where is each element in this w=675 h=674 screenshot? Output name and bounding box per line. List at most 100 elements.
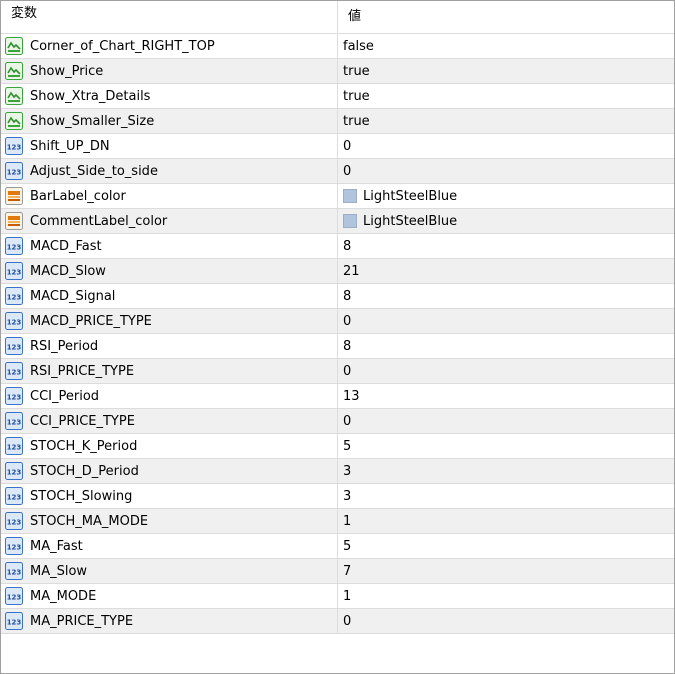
svg-text:123: 123 xyxy=(7,269,22,277)
parameter-row[interactable]: Show_Smaller_Size true xyxy=(1,109,674,134)
parameter-value[interactable]: 0 xyxy=(343,309,351,334)
color-swatch[interactable] xyxy=(343,189,357,203)
parameter-value[interactable]: 5 xyxy=(343,434,351,459)
parameter-value[interactable]: 0 xyxy=(343,134,351,159)
parameter-value[interactable]: 13 xyxy=(343,384,360,409)
parameter-value[interactable]: false xyxy=(343,34,374,59)
column-divider xyxy=(337,134,338,159)
parameter-value[interactable]: 7 xyxy=(343,559,351,584)
parameter-row[interactable]: 123 MA_Slow 7 xyxy=(1,559,674,584)
parameter-row[interactable]: 123 MA_Fast 5 xyxy=(1,534,674,559)
svg-text:123: 123 xyxy=(7,394,22,402)
parameter-row[interactable]: 123 MACD_Fast 8 xyxy=(1,234,674,259)
parameter-value[interactable]: 21 xyxy=(343,259,360,284)
parameter-row[interactable]: 123 RSI_PRICE_TYPE 0 xyxy=(1,359,674,384)
column-header-value[interactable]: 値 xyxy=(348,1,361,33)
parameter-value[interactable]: 8 xyxy=(343,284,351,309)
int-icon: 123 xyxy=(5,162,23,180)
parameter-value[interactable]: 3 xyxy=(343,459,351,484)
svg-text:123: 123 xyxy=(7,494,22,502)
parameter-row[interactable]: 123 RSI_Period 8 xyxy=(1,334,674,359)
column-divider xyxy=(337,159,338,184)
parameter-value[interactable]: true xyxy=(343,84,370,109)
color-icon xyxy=(5,212,23,230)
parameter-row[interactable]: 123 MA_PRICE_TYPE 0 xyxy=(1,609,674,634)
parameter-value[interactable]: true xyxy=(343,59,370,84)
column-divider xyxy=(337,209,338,234)
parameter-row[interactable]: 123 STOCH_D_Period 3 xyxy=(1,459,674,484)
parameter-row[interactable]: CommentLabel_color LightSteelBlue xyxy=(1,209,674,234)
int-icon: 123 xyxy=(5,587,23,605)
parameter-value[interactable]: LightSteelBlue xyxy=(363,184,457,209)
parameter-value[interactable]: 8 xyxy=(343,334,351,359)
parameter-name: MA_PRICE_TYPE xyxy=(30,614,134,629)
parameter-value[interactable]: 3 xyxy=(343,484,351,509)
parameter-row[interactable]: 123 STOCH_K_Period 5 xyxy=(1,434,674,459)
svg-text:123: 123 xyxy=(7,469,22,477)
parameter-value[interactable]: 1 xyxy=(343,584,351,609)
parameter-name: Adjust_Side_to_side xyxy=(30,164,158,179)
column-header-variable[interactable]: 変数 xyxy=(11,1,37,26)
parameter-value[interactable]: true xyxy=(343,109,370,134)
parameter-row[interactable]: 123 STOCH_Slowing 3 xyxy=(1,484,674,509)
column-divider[interactable] xyxy=(337,1,338,33)
color-icon xyxy=(5,187,23,205)
svg-text:123: 123 xyxy=(7,369,22,377)
parameter-name: Show_Xtra_Details xyxy=(30,89,151,104)
svg-text:123: 123 xyxy=(7,244,22,252)
column-divider xyxy=(337,334,338,359)
int-icon: 123 xyxy=(5,362,23,380)
parameter-name: MA_Fast xyxy=(30,539,83,554)
parameter-value[interactable]: 8 xyxy=(343,234,351,259)
svg-text:123: 123 xyxy=(7,619,22,627)
parameter-name: BarLabel_color xyxy=(30,189,126,204)
parameter-value[interactable]: 1 xyxy=(343,509,351,534)
column-divider xyxy=(337,109,338,134)
int-icon: 123 xyxy=(5,537,23,555)
int-icon: 123 xyxy=(5,137,23,155)
parameter-row[interactable]: 123 CCI_PRICE_TYPE 0 xyxy=(1,409,674,434)
int-icon: 123 xyxy=(5,312,23,330)
svg-text:123: 123 xyxy=(7,594,22,602)
int-icon: 123 xyxy=(5,412,23,430)
parameter-value[interactable]: LightSteelBlue xyxy=(363,209,457,234)
column-divider xyxy=(337,384,338,409)
parameter-value[interactable]: 0 xyxy=(343,359,351,384)
parameter-row[interactable]: 123 Adjust_Side_to_side 0 xyxy=(1,159,674,184)
column-divider xyxy=(337,34,338,59)
svg-text:123: 123 xyxy=(7,169,22,177)
int-icon: 123 xyxy=(5,462,23,480)
column-divider xyxy=(337,434,338,459)
column-divider xyxy=(337,559,338,584)
parameter-value[interactable]: 5 xyxy=(343,534,351,559)
parameter-row[interactable]: BarLabel_color LightSteelBlue xyxy=(1,184,674,209)
column-divider xyxy=(337,609,338,634)
parameter-list: Corner_of_Chart_RIGHT_TOP false Show_Price… xyxy=(1,34,674,634)
parameter-name: STOCH_D_Period xyxy=(30,464,139,479)
parameter-name: Show_Price xyxy=(30,64,104,79)
parameter-row[interactable]: Show_Xtra_Details true xyxy=(1,84,674,109)
int-icon: 123 xyxy=(5,262,23,280)
parameter-row[interactable]: Corner_of_Chart_RIGHT_TOP false xyxy=(1,34,674,59)
parameter-row[interactable]: Show_Price true xyxy=(1,59,674,84)
parameter-value[interactable]: 0 xyxy=(343,159,351,184)
parameter-row[interactable]: 123 STOCH_MA_MODE 1 xyxy=(1,509,674,534)
bool-icon xyxy=(5,37,23,55)
parameter-row[interactable]: 123 Shift_UP_DN 0 xyxy=(1,134,674,159)
parameter-value[interactable]: 0 xyxy=(343,409,351,434)
parameter-row[interactable]: 123 MACD_Slow 21 xyxy=(1,259,674,284)
parameter-name: RSI_PRICE_TYPE xyxy=(30,364,135,379)
column-divider xyxy=(337,259,338,284)
parameter-name: Shift_UP_DN xyxy=(30,139,110,154)
parameter-row[interactable]: 123 MACD_Signal 8 xyxy=(1,284,674,309)
color-swatch[interactable] xyxy=(343,214,357,228)
svg-text:123: 123 xyxy=(7,519,22,527)
int-icon: 123 xyxy=(5,387,23,405)
column-divider xyxy=(337,284,338,309)
parameter-row[interactable]: 123 MACD_PRICE_TYPE 0 xyxy=(1,309,674,334)
bool-icon xyxy=(5,112,23,130)
parameter-row[interactable]: 123 MA_MODE 1 xyxy=(1,584,674,609)
parameter-value[interactable]: 0 xyxy=(343,609,351,634)
svg-text:123: 123 xyxy=(7,144,22,152)
parameter-row[interactable]: 123 CCI_Period 13 xyxy=(1,384,674,409)
